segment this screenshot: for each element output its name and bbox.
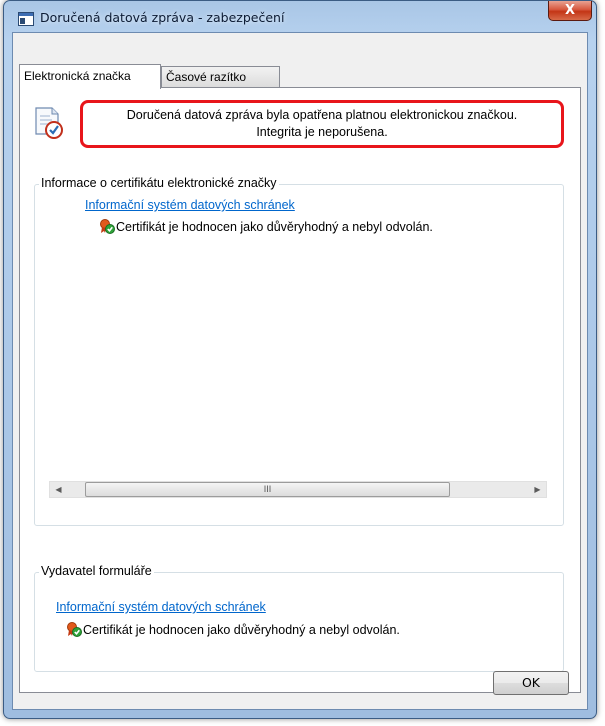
scroll-right-arrow-icon[interactable]: ▶	[529, 482, 546, 497]
certificate-info-group: Informace o certifikátu elektronické zna…	[34, 176, 564, 526]
certificate-issuer-link[interactable]: Informační systém datových schránek	[85, 198, 295, 212]
status-message-highlight: Doručená datová zpráva byla opatřena pla…	[80, 100, 564, 148]
scrollbar-thumb[interactable]: III	[85, 482, 450, 497]
form-issuer-link[interactable]: Informační systém datových schránek	[56, 600, 266, 614]
issuer-certificate-status: Certifikát je hodnocen jako důvěryhodný …	[66, 621, 400, 637]
dialog-client-area: Elektronická značka Časové razítko Doruč…	[12, 32, 588, 710]
status-message-line2: Integrita je neporušena.	[256, 125, 388, 139]
security-document-icon	[32, 104, 66, 140]
window-title: Doručená datová zpráva - zabezpečení	[40, 10, 285, 25]
close-button[interactable]: X	[548, 1, 592, 21]
form-issuer-group: Vydavatel formuláře Informační systém da…	[34, 564, 564, 672]
issuer-group-legend: Vydavatel formuláře	[39, 564, 154, 578]
certificate-status: Certifikát je hodnocen jako důvěryhodný …	[99, 218, 433, 234]
certificate-valid-icon	[99, 218, 115, 234]
title-bar[interactable]: Doručená datová zpráva - zabezpečení X	[4, 1, 596, 35]
status-message-line1: Doručená datová zpráva byla opatřena pla…	[126, 108, 518, 122]
app-window-icon	[18, 12, 34, 26]
certificate-group-legend: Informace o certifikátu elektronické zna…	[39, 176, 279, 190]
scrollbar-grip: III	[263, 484, 272, 494]
scroll-left-arrow-icon[interactable]: ◀	[50, 482, 67, 497]
tab-timestamp[interactable]: Časové razítko	[161, 66, 280, 87]
tab-panel-electronic-seal: Doručená datová zpráva byla opatřena pla…	[19, 87, 581, 693]
certificate-status-text: Certifikát je hodnocen jako důvěryhodný …	[116, 220, 433, 234]
ok-button[interactable]: OK	[493, 671, 569, 695]
dialog-window: Doručená datová zpráva - zabezpečení X E…	[3, 0, 597, 719]
certificate-valid-icon	[66, 621, 82, 637]
horizontal-scrollbar[interactable]: ◀ III ▶	[49, 481, 547, 498]
tab-electronic-seal[interactable]: Elektronická značka	[19, 64, 161, 89]
issuer-certificate-status-text: Certifikát je hodnocen jako důvěryhodný …	[83, 623, 400, 637]
